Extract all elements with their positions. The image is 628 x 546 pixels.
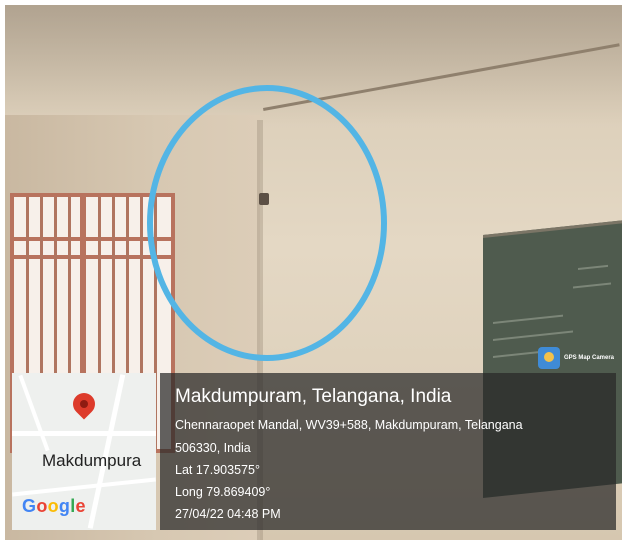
longitude: Long 79.869409° [175, 485, 271, 499]
map-road [12, 477, 156, 497]
google-letter: e [75, 496, 86, 516]
map-road [18, 374, 50, 452]
location-info-panel: Makdumpuram, Telangana, India Chennaraop… [160, 373, 616, 530]
chalk-writing [493, 330, 573, 341]
google-logo: Google [22, 496, 86, 517]
window-rail [14, 255, 171, 259]
google-letter: g [58, 496, 71, 516]
map-road [12, 431, 156, 436]
timestamp: 27/04/22 04:48 PM [175, 507, 281, 521]
google-letter: G [22, 496, 37, 516]
location-title: Makdumpuram, Telangana, India [175, 386, 452, 407]
chalk-writing [493, 314, 563, 324]
gps-map-camera-icon [538, 347, 560, 369]
chalk-writing [573, 282, 611, 289]
map-thumbnail: Makdumpura Google [12, 373, 156, 530]
map-place-label: Makdumpura [42, 451, 142, 470]
google-letter: o [36, 496, 48, 516]
badge-label: GPS Map Camera [564, 355, 615, 361]
latitude: Lat 17.903575° [175, 463, 260, 477]
gps-map-camera-badge: GPS Map Camera [538, 343, 616, 373]
chalk-writing [578, 264, 608, 271]
address-line-1: Chennaraopet Mandal, WV39+588, Makdumpur… [175, 418, 523, 432]
location-pin-icon [68, 388, 100, 420]
highlight-circle [147, 85, 387, 361]
google-letter: o [47, 496, 59, 516]
address-line-2: 506330, India [175, 441, 251, 455]
